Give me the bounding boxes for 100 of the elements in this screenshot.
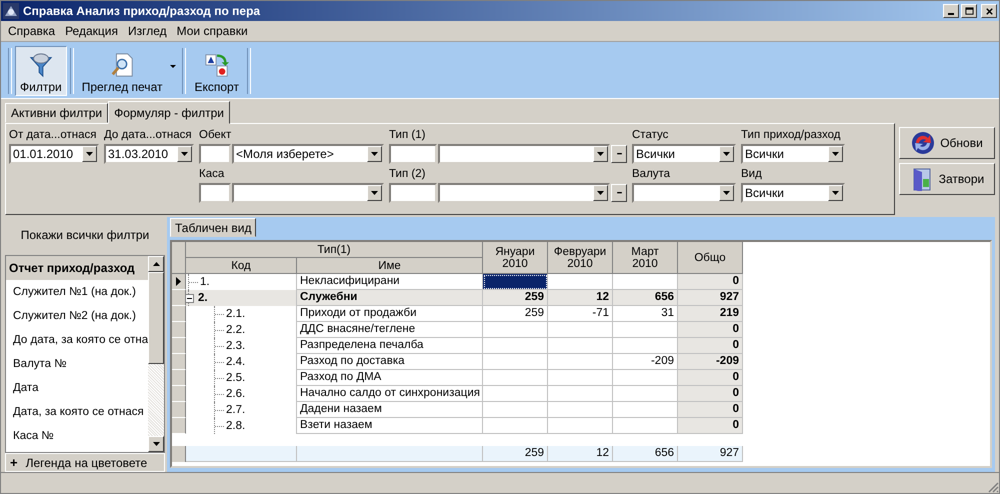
table-cell: 0 <box>678 370 743 386</box>
menu-item[interactable]: Изглед <box>122 24 172 38</box>
dropdown-field[interactable]: <Моля изберете> <box>232 144 384 164</box>
table-cell <box>483 402 548 418</box>
column-header: Общо <box>678 242 743 274</box>
dropdown-field[interactable] <box>232 183 384 203</box>
table-cell: 0 <box>678 322 743 338</box>
date-picker[interactable]: 01.01.2010 <box>9 144 99 164</box>
color-legend-toggle[interactable]: + Легенда на цветовете <box>5 453 165 472</box>
show-all-filters-button[interactable]: Покажи всички филтри <box>5 217 165 253</box>
maximize-button[interactable] <box>961 4 977 18</box>
filter-list-item[interactable]: Отчет приход/разход <box>6 256 148 280</box>
total-cell: 12 <box>548 446 613 462</box>
menu-item[interactable]: Справка <box>3 24 60 38</box>
table-cell: 0 <box>678 338 743 354</box>
table-cell-text: 2.6. <box>225 386 246 402</box>
table-cell-text: 2.7. <box>225 402 246 418</box>
magnifier-page-icon <box>109 52 136 78</box>
code-input[interactable] <box>199 144 231 164</box>
table-cell-text: 2.4. <box>225 354 246 370</box>
table-cell-text: 1. <box>199 274 210 290</box>
dropdown-field[interactable] <box>632 183 736 203</box>
table-cell-text: 2. <box>197 290 208 306</box>
app-icon <box>3 3 19 19</box>
table-cell: 0 <box>678 402 743 418</box>
refresh-button[interactable]: Обнови <box>899 127 995 159</box>
minimize-button[interactable] <box>943 4 959 18</box>
field-label: От дата...отнася <box>9 128 98 143</box>
dropdown-arrow-icon <box>597 191 604 195</box>
filter-list-item[interactable]: Дата <box>6 376 148 400</box>
table-cell <box>483 418 548 434</box>
dropdown-arrow-icon <box>371 191 378 195</box>
minus-icon <box>616 153 622 155</box>
scroll-down-icon <box>152 442 160 446</box>
date-picker[interactable]: 31.03.2010 <box>104 144 194 164</box>
close-icon <box>984 6 994 16</box>
field-label: Каса <box>199 167 226 182</box>
tab[interactable]: Активни филтри <box>5 103 108 123</box>
clear-button[interactable] <box>611 184 627 202</box>
export-button[interactable]: Експорт <box>189 46 244 96</box>
tab[interactable]: Табличен вид <box>170 218 256 237</box>
table-cell: Дадени назаем <box>297 402 483 418</box>
table-cell <box>483 386 548 402</box>
print-preview-button[interactable]: Преглед печат <box>76 46 180 96</box>
close-form-button[interactable]: Затвори <box>899 163 995 195</box>
collapse-toggle[interactable] <box>186 294 194 302</box>
clear-button[interactable] <box>611 145 627 163</box>
dropdown-arrow-icon <box>832 191 839 195</box>
scroll-up-icon <box>152 262 160 266</box>
table-cell <box>483 338 548 354</box>
menu-item[interactable]: Мои справки <box>172 24 253 38</box>
table-cell-text: 2.1. <box>225 306 246 322</box>
dropdown-field[interactable] <box>438 144 610 164</box>
current-row-icon <box>176 277 181 286</box>
table-cell: Разпределена печалба <box>297 338 483 354</box>
window-title: Справка Анализ приход/разход по пера <box>23 4 262 18</box>
dropdown-arrow-icon <box>86 152 93 156</box>
menu-item[interactable]: Редакция <box>60 24 123 38</box>
table-cell: Разход по доставка <box>297 354 483 370</box>
filter-button[interactable]: Филтри <box>15 46 67 96</box>
table-cell: 927 <box>678 290 743 306</box>
filter-list-item[interactable]: Каса № <box>6 424 148 448</box>
minus-icon <box>616 192 622 194</box>
tab[interactable]: Формуляр - филтри <box>108 101 230 124</box>
row-header[interactable] <box>172 274 186 290</box>
resize-grip-icon[interactable] <box>987 481 999 493</box>
filter-list-item[interactable]: До дата, за която се отна <box>6 328 148 352</box>
filter-list-item[interactable]: Дата, за която се отнася <box>6 400 148 424</box>
code-input[interactable] <box>389 144 437 164</box>
table-cell: ДДС внасяне/теглене <box>297 322 483 338</box>
dropdown-field[interactable]: Всички <box>632 144 736 164</box>
dropdown-field[interactable]: Всички <box>741 183 845 203</box>
table-cell: -71 <box>548 306 613 322</box>
table-cell <box>548 402 613 418</box>
dropdown-field[interactable] <box>438 183 610 203</box>
code-input[interactable] <box>199 183 231 203</box>
table-cell <box>483 354 548 370</box>
close-button[interactable] <box>981 4 997 18</box>
field-label: Валута <box>632 167 672 182</box>
minimize-icon <box>948 13 954 15</box>
filter-list-item[interactable]: Служител №1 (на док.) <box>6 280 148 304</box>
field-label: Статус <box>632 128 670 143</box>
dropdown-field[interactable]: Всички <box>741 144 845 164</box>
scrollbar[interactable] <box>148 256 164 452</box>
maximize-icon <box>964 6 974 16</box>
table-cell <box>548 354 613 370</box>
table-cell: 656 <box>613 290 678 306</box>
table-cell: 0 <box>678 274 743 290</box>
filter-list-item[interactable]: Служител №2 (на док.) <box>6 304 148 328</box>
filter-list-item[interactable]: Валута № <box>6 352 148 376</box>
field-label: Вид <box>741 167 763 182</box>
table-cell: 12 <box>548 290 613 306</box>
table-cell-text: 2.5. <box>225 370 246 386</box>
column-header: Февруари 2010 <box>548 242 613 274</box>
dropdown-arrow-icon <box>371 152 378 156</box>
column-header: Тип(1) <box>186 242 483 258</box>
field-label: До дата...отнася <box>104 128 193 143</box>
code-input[interactable] <box>389 183 437 203</box>
total-cell: 927 <box>678 446 743 462</box>
table-cell <box>548 370 613 386</box>
